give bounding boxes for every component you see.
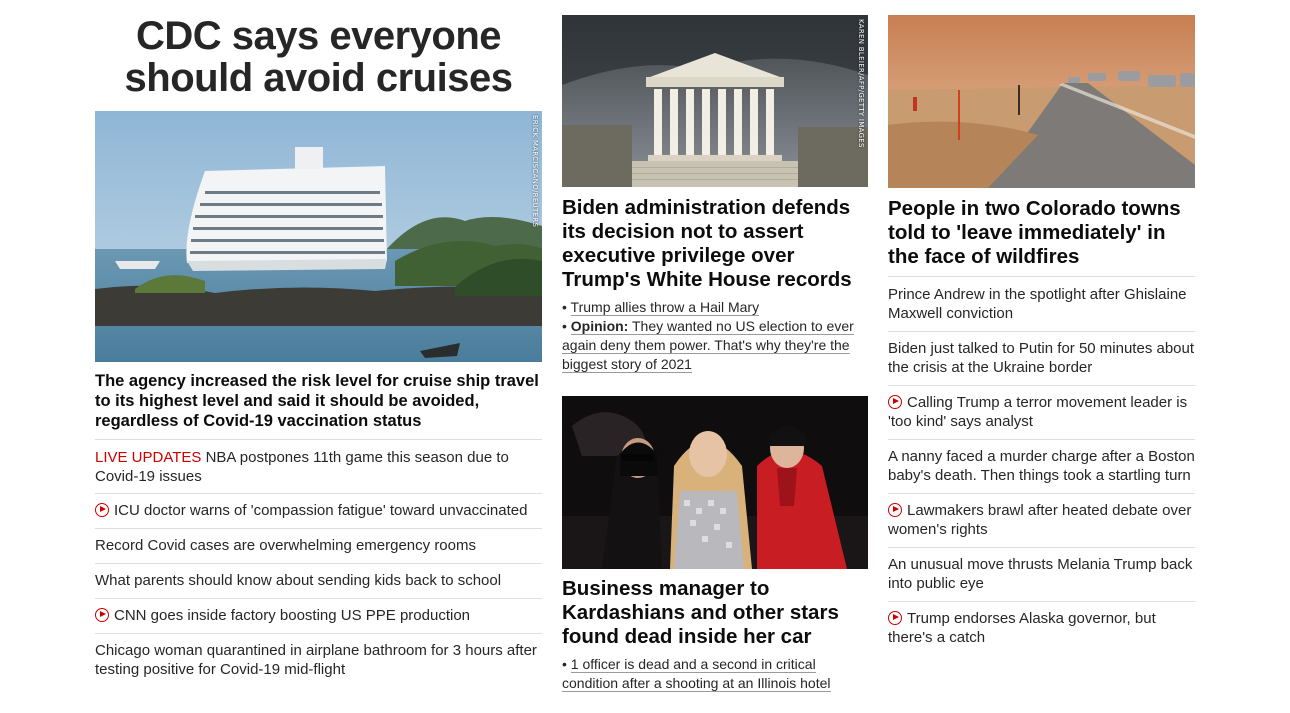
list-item-text[interactable]: Lawmakers brawl after heated debate over… [888, 502, 1191, 538]
bullet-link[interactable]: Opinion: They wanted no US election to e… [562, 318, 854, 373]
list-item-text[interactable]: CNN goes inside factory boosting US PPE … [114, 607, 470, 624]
list-item-text[interactable]: An unusual move thrusts Melania Trump ba… [888, 556, 1192, 592]
play-icon [888, 395, 902, 409]
play-icon [888, 503, 902, 517]
bullet-item: • 1 officer is dead and a second in crit… [562, 656, 831, 692]
lead-headline-link[interactable]: CDC says everyone should avoid cruises [125, 14, 513, 100]
opinion-label: Opinion: [570, 318, 629, 334]
list-item[interactable]: LIVE UPDATES NBA postpones 11th game thi… [95, 440, 542, 494]
live-updates-tag: LIVE UPDATES [95, 449, 202, 466]
supreme-court-illustration [562, 15, 868, 187]
list-item[interactable]: Chicago woman quarantined in airplane ba… [95, 634, 542, 687]
list-item-text[interactable]: A nanny faced a murder charge after a Bo… [888, 448, 1195, 484]
card-headline[interactable]: Biden administration defends its decisio… [562, 196, 868, 292]
list-item-text[interactable]: Calling Trump a terror movement leader i… [888, 394, 1187, 430]
lead-column: CDC says everyone should avoid cruises E… [95, 0, 542, 687]
list-item[interactable]: What parents should know about sending k… [95, 564, 542, 599]
middle-column: KAREN BLEIER/AFP/GETTY IMAGES Biden admi… [562, 0, 868, 693]
list-item[interactable]: Biden just talked to Putin for 50 minute… [888, 332, 1195, 386]
list-item[interactable]: An unusual move thrusts Melania Trump ba… [888, 548, 1195, 602]
right-link-list: Prince Andrew in the spotlight after Ghi… [888, 277, 1195, 655]
list-item[interactable]: Lawmakers brawl after heated debate over… [888, 494, 1195, 548]
bullet-item: • Trump allies throw a Hail Mary [562, 299, 760, 316]
list-item[interactable]: Record Covid cases are overwhelming emer… [95, 529, 542, 564]
lead-headline[interactable]: CDC says everyone should avoid cruises [95, 15, 542, 111]
bullet-link[interactable]: Trump allies throw a Hail Mary [570, 299, 760, 316]
lead-subhead[interactable]: The agency increased the risk level for … [95, 371, 542, 440]
list-item[interactable]: CNN goes inside factory boosting US PPE … [95, 599, 542, 634]
supreme-court-image[interactable]: KAREN BLEIER/AFP/GETTY IMAGES [562, 15, 868, 187]
right-column: People in two Colorado towns told to 'le… [888, 0, 1195, 655]
cruise-ship-image[interactable]: ERICK MARCISCANO/REUTERS [95, 111, 542, 362]
cruise-ship-illustration [95, 111, 542, 362]
play-icon [95, 608, 109, 622]
card-headline[interactable]: Business manager to Kardashians and othe… [562, 577, 868, 649]
list-item-text[interactable]: ICU doctor warns of 'compassion fatigue'… [114, 502, 527, 519]
list-item-text[interactable]: Chicago woman quarantined in airplane ba… [95, 642, 537, 678]
wildfire-illustration [888, 15, 1195, 188]
bullet-item: • Opinion: They wanted no US election to… [562, 318, 854, 373]
card-headline[interactable]: People in two Colorado towns told to 'le… [888, 197, 1195, 277]
play-icon [95, 503, 109, 517]
play-icon [888, 611, 902, 625]
list-item[interactable]: Prince Andrew in the spotlight after Ghi… [888, 277, 1195, 332]
list-item-text[interactable]: Trump endorses Alaska governor, but ther… [888, 610, 1156, 646]
lead-link-list: LIVE UPDATES NBA postpones 11th game thi… [95, 440, 542, 687]
list-item[interactable]: Trump endorses Alaska governor, but ther… [888, 602, 1195, 655]
bullet-link[interactable]: 1 officer is dead and a second in critic… [562, 656, 831, 692]
list-item-text[interactable]: Prince Andrew in the spotlight after Ghi… [888, 286, 1187, 322]
red-carpet-illustration [562, 396, 868, 569]
list-item-text[interactable]: Record Covid cases are overwhelming emer… [95, 537, 476, 554]
kardashians-image[interactable] [562, 396, 868, 569]
photo-credit: KAREN BLEIER/AFP/GETTY IMAGES [857, 19, 865, 148]
card-bullets: • 1 officer is dead and a second in crit… [562, 655, 868, 693]
list-item-text[interactable]: Biden just talked to Putin for 50 minute… [888, 340, 1194, 376]
list-item[interactable]: ICU doctor warns of 'compassion fatigue'… [95, 494, 542, 529]
card-bullets: • Trump allies throw a Hail Mary • Opini… [562, 298, 868, 374]
list-item[interactable]: Calling Trump a terror movement leader i… [888, 386, 1195, 440]
photo-credit: ERICK MARCISCANO/REUTERS [531, 115, 539, 228]
list-item[interactable]: A nanny faced a murder charge after a Bo… [888, 440, 1195, 494]
list-item-text[interactable]: What parents should know about sending k… [95, 572, 501, 589]
wildfire-image[interactable] [888, 15, 1195, 188]
